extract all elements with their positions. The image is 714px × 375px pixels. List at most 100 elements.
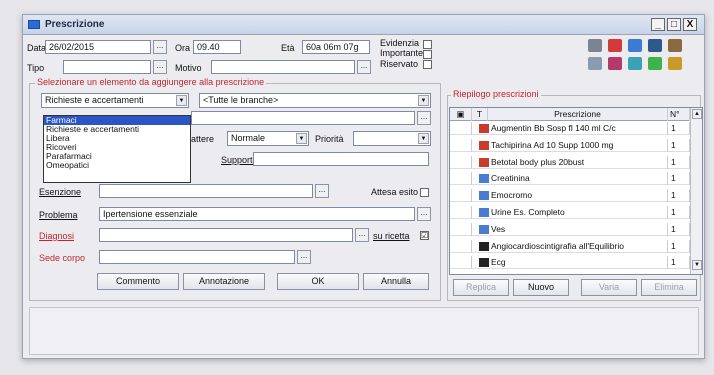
sede-corpo-field[interactable] [99,250,295,264]
element-search-field[interactable] [191,111,415,125]
attesa-esito-checkbox[interactable] [420,188,429,197]
importante-label: Importante [380,48,424,58]
chevron-down-icon[interactable]: ▼ [296,133,307,144]
esenzione-label: Esenzione [39,187,82,197]
esenzione-lookup-button[interactable]: ... [315,184,329,198]
chart-icon[interactable] [588,57,602,70]
row-quantity: 1 [668,189,690,203]
grid-header: ▣ T Prescrizione N° [450,108,702,121]
chevron-down-icon[interactable]: ▼ [418,133,429,144]
grid-select-all-icon[interactable]: ▣ [450,108,472,121]
su-ricetta-checkbox[interactable]: ☑ [420,231,429,240]
chevron-down-icon[interactable]: ▼ [418,95,429,106]
motivo-lookup-button[interactable]: ... [357,60,371,74]
row-prescrizione: Augmentin Bb Sosp fl 140 ml C/c [488,122,668,135]
glasses-icon[interactable] [608,57,622,70]
row-quantity: 1 [668,138,690,152]
supporto-field[interactable] [253,152,429,166]
col-header-n[interactable]: N° [668,108,690,121]
arrows-icon[interactable] [628,39,642,52]
motivo-field[interactable] [211,60,355,74]
replica-button[interactable]: Replica [453,279,509,296]
ora-field[interactable]: 09.40 [193,40,241,54]
doctor-icon[interactable] [648,39,662,52]
tipo-label: Tipo [27,63,45,73]
chevron-down-icon[interactable]: ▼ [176,95,187,106]
row-selector[interactable] [450,122,472,135]
row-selector[interactable] [450,189,472,203]
diagnosi-label: Diagnosi [39,231,75,241]
commento-button[interactable]: Commento [97,273,179,290]
dropdown-option[interactable]: Omeopatici [44,161,190,170]
ellipsis-icon: ... [156,41,164,50]
attesa-esito-label: Attesa esito [371,187,419,197]
table-row[interactable]: Angiocardioscintigrafia all'Equilibrio 1 [450,239,702,253]
annulla-button[interactable]: Annulla [363,273,429,290]
row-selector[interactable] [450,222,472,236]
col-header-prescrizione[interactable]: Prescrizione [488,108,668,121]
problema-lookup-button[interactable]: ... [417,207,431,221]
branch-combo[interactable]: <Tutte le branche> ▼ [199,93,431,108]
carattere-label: attere [191,134,215,144]
problema-field[interactable]: Ipertensione essenziale [99,207,415,221]
importante-checkbox[interactable] [423,50,432,59]
scroll-up-icon[interactable]: ▲ [692,109,702,119]
scroll-down-icon[interactable]: ▼ [692,260,702,270]
row-selector[interactable] [450,172,472,186]
row-selector[interactable] [450,155,472,169]
close-button[interactable]: X [683,18,697,31]
table-row[interactable]: Augmentin Bb Sosp fl 140 ml C/c 1 [450,122,702,135]
sede-corpo-lookup-button[interactable]: ... [297,250,311,264]
diagnosi-lookup-button[interactable]: ... [355,228,369,242]
table-row[interactable]: Tachipirina Ad 10 Supp 1000 mg 1 [450,138,702,152]
row-selector[interactable] [450,256,472,270]
print-icon[interactable] [588,39,602,52]
minimize-button[interactable]: _ [651,18,665,31]
table-row[interactable]: Creatinina 1 [450,172,702,186]
row-quantity: 1 [668,239,690,253]
row-selector[interactable] [450,206,472,219]
ellipsis-icon: ... [420,208,428,217]
element-lookup-button[interactable]: ... [417,111,431,125]
evidenzia-checkbox[interactable] [423,40,432,49]
nuovo-button[interactable]: Nuovo [513,279,569,296]
row-selector[interactable] [450,239,472,253]
row-prescrizione: Creatinina [488,172,668,186]
ok-button[interactable]: OK [277,273,359,290]
row-prescrizione: Urine Es. Completo [488,206,668,219]
table-row[interactable]: Emocromo 1 [450,189,702,203]
col-header-t[interactable]: T [472,108,488,121]
ellipsis-icon: ... [358,229,366,238]
data-field[interactable]: 26/02/2015 [45,40,151,54]
elimina-button[interactable]: Elimina [641,279,697,296]
element-type-value: Richieste e accertamenti [45,95,144,105]
table-row[interactable]: Ecg 1 [450,256,702,270]
priorita-combo[interactable]: ▼ [353,131,431,146]
tipo-field[interactable] [63,60,151,74]
date-picker-button[interactable]: ... [153,40,167,54]
medical-cross-icon[interactable] [608,39,622,52]
riservato-checkbox[interactable] [423,60,432,69]
green-circle-icon[interactable] [648,57,662,70]
element-type-combo[interactable]: Richieste e accertamenti ▼ [41,93,189,108]
window-title: Prescrizione [45,19,105,30]
table-row[interactable]: Urine Es. Completo 1 [450,206,702,219]
maximize-button[interactable]: □ [667,18,681,31]
table-row[interactable]: Ves 1 [450,222,702,236]
esenzione-field[interactable] [99,184,313,198]
ellipsis-icon: ... [156,61,164,70]
row-prescrizione: Angiocardioscintigrafia all'Equilibrio [488,239,668,253]
tipo-lookup-button[interactable]: ... [153,60,167,74]
varia-button[interactable]: Varia [581,279,637,296]
selection-legend: Selezionare un elemento da aggiungere al… [35,77,267,87]
annotazione-button[interactable]: Annotazione [183,273,265,290]
folder-icon[interactable] [668,39,682,52]
diagnosi-field[interactable] [99,228,353,242]
carattere-combo[interactable]: Normale ▼ [227,131,309,146]
table-row[interactable]: Betotal body plus 20bust 1 [450,155,702,169]
pills-icon[interactable] [628,57,642,70]
row-selector[interactable] [450,138,472,152]
row-quantity: 1 [668,206,690,219]
grid-scrollbar[interactable]: ▲ ▼ [690,108,702,274]
bag-icon[interactable] [668,57,682,70]
